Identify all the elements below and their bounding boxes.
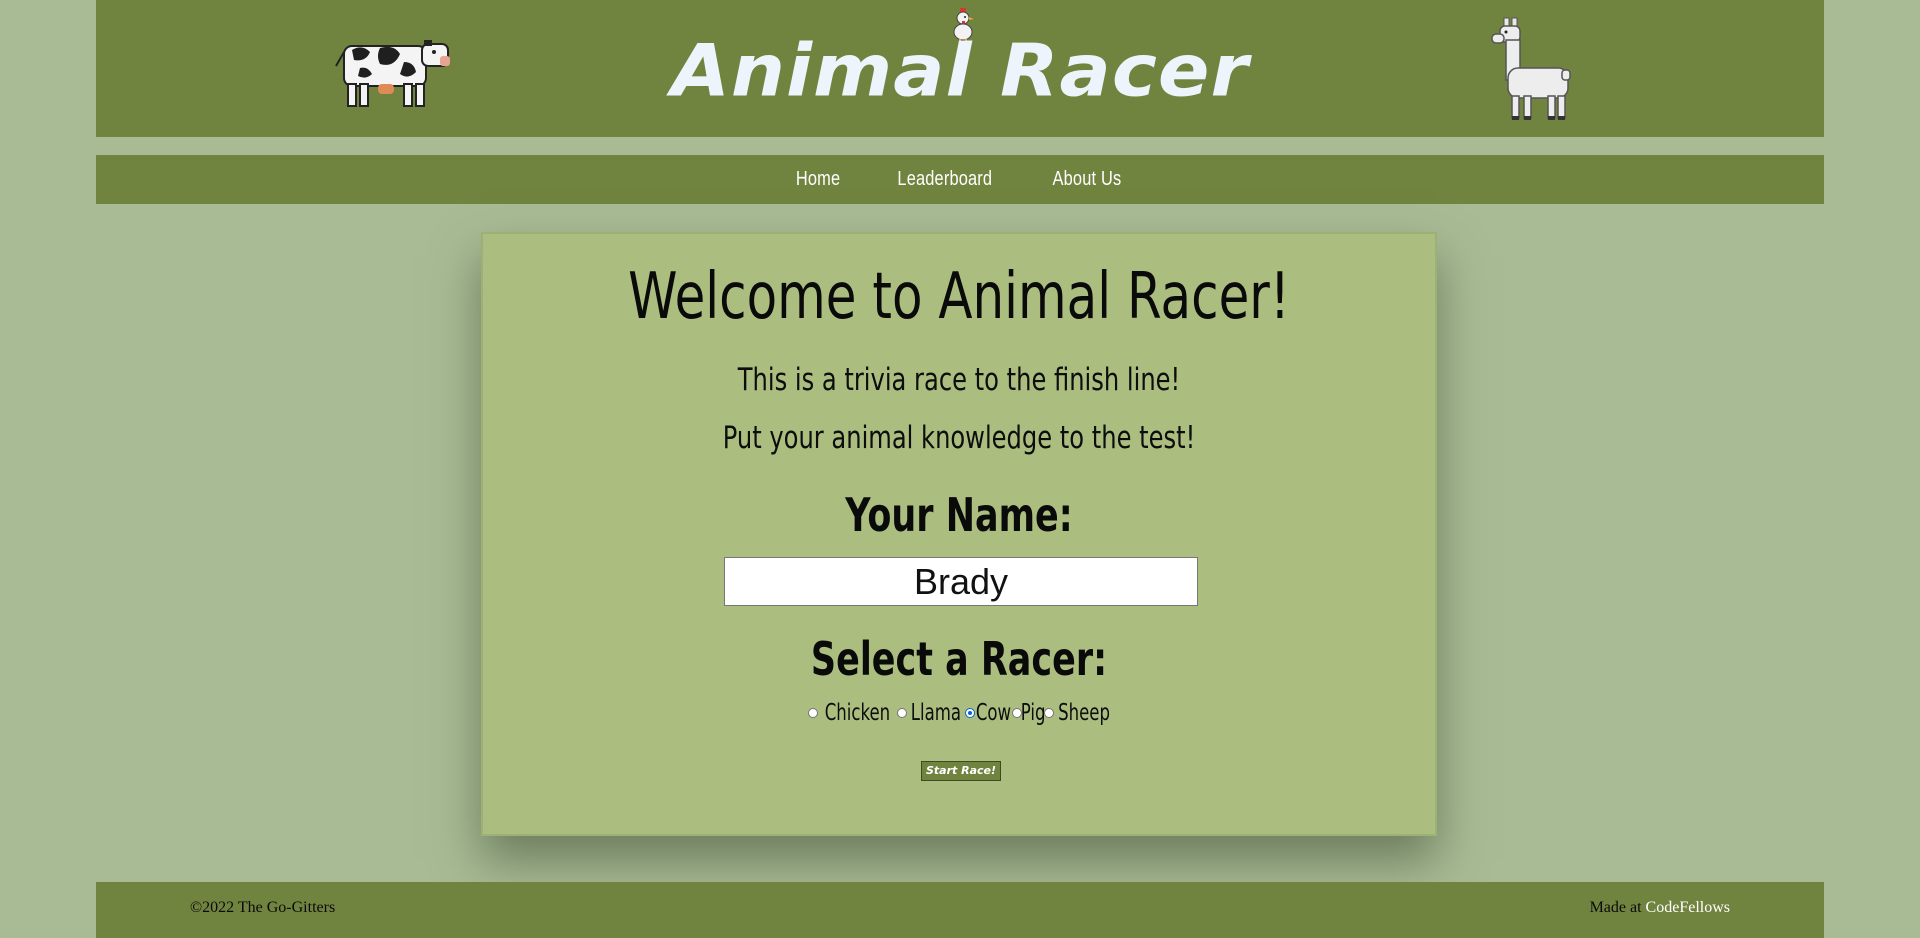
- codefellows-link[interactable]: CodeFellows: [1646, 899, 1730, 916]
- racer-radio-sheep[interactable]: [1043, 708, 1054, 718]
- racer-radio-group: Chicken Llama Cow Pig Sheep: [483, 700, 1435, 726]
- racer-radio-cow[interactable]: [964, 708, 975, 718]
- main-nav: Home Leaderboard About Us: [96, 155, 1824, 204]
- racer-label-chicken: Chicken: [824, 700, 891, 726]
- nav-home-link[interactable]: Home: [796, 168, 840, 191]
- page-heading: Welcome to Animal Racer!: [628, 260, 1290, 334]
- racer-label-sheep: Sheep: [1058, 700, 1110, 726]
- llama-icon: [1491, 17, 1571, 120]
- nav-about-us-link[interactable]: About Us: [1053, 168, 1122, 191]
- intro-line-2: Put your animal knowledge to the test!: [722, 420, 1196, 456]
- made-at-prefix: Made at: [1589, 899, 1646, 916]
- racer-option-pig[interactable]: Pig: [1011, 700, 1045, 726]
- racer-option-chicken[interactable]: Chicken: [807, 700, 893, 726]
- racer-label-cow: Cow: [975, 700, 1011, 726]
- racer-option-sheep[interactable]: Sheep: [1043, 700, 1110, 726]
- welcome-card: Welcome to Animal Racer! This is a trivi…: [481, 232, 1437, 836]
- copyright-text: ©2022 The Go-Gitters: [190, 899, 336, 916]
- made-at-text: Made at CodeFellows: [1590, 899, 1730, 917]
- racer-option-cow[interactable]: Cow: [964, 700, 1011, 726]
- racer-label-pig: Pig: [1020, 700, 1046, 726]
- racer-label: Select a Racer:: [810, 632, 1108, 686]
- name-input[interactable]: [724, 557, 1198, 606]
- racer-radio-llama[interactable]: [896, 708, 907, 718]
- racer-option-llama[interactable]: Llama: [896, 700, 961, 726]
- site-footer: ©2022 The Go-Gitters Made at CodeFellows: [96, 882, 1824, 938]
- racer-label-llama: Llama: [910, 700, 961, 726]
- nav-leaderboard-link[interactable]: Leaderboard: [898, 168, 993, 191]
- start-race-button[interactable]: Start Race!: [921, 761, 1001, 781]
- racer-radio-chicken[interactable]: [807, 708, 818, 718]
- intro-line-1: This is a trivia race to the finish line…: [737, 362, 1181, 398]
- site-header: Animal Racer: [96, 0, 1824, 137]
- name-label: Your Name:: [845, 488, 1073, 542]
